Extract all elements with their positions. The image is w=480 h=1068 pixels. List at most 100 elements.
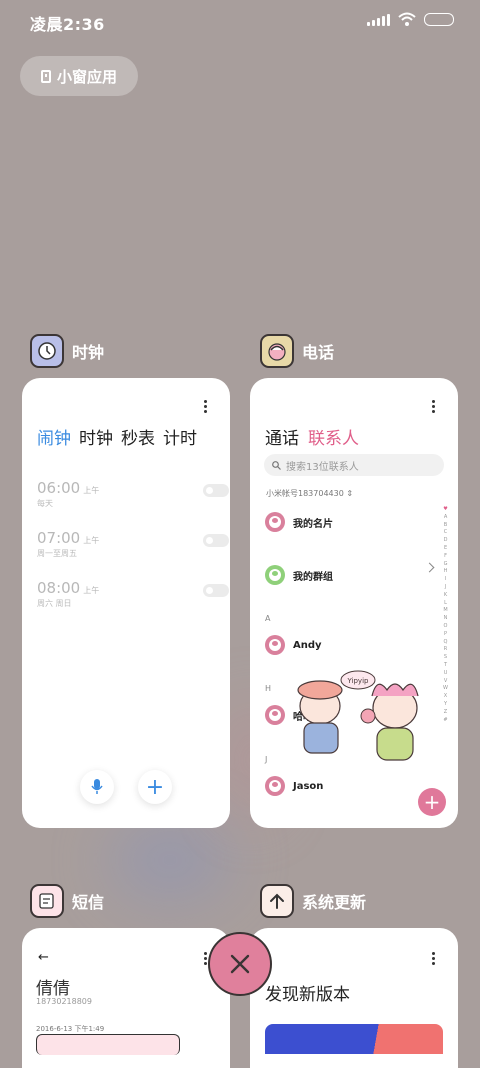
alarm-item[interactable]: 07:00 上午 周一至周五 — [37, 528, 229, 568]
contact-name: Jason — [293, 780, 324, 792]
more-options-icon[interactable] — [426, 952, 440, 966]
signal-icon — [367, 12, 390, 26]
phone-app-card[interactable]: 通话 联系人 搜索13位联系人 小米帐号183704430 ⇕ 我的名片 我的群… — [250, 378, 458, 828]
contact-row[interactable]: Jason — [265, 776, 323, 796]
wifi-icon — [398, 12, 416, 26]
message-date: 2016-6-13 下午1:49 — [36, 1025, 105, 1033]
alarm-ampm: 上午 — [83, 536, 100, 545]
floating-window-button[interactable]: 小窗应用 — [20, 56, 138, 96]
alphabet-index-letter[interactable]: Z — [444, 709, 447, 717]
clock-tabs: 闹钟 时钟 秒表 计时 — [37, 424, 197, 449]
update-banner — [265, 1024, 443, 1054]
alphabet-index-letter[interactable]: M — [443, 607, 447, 615]
clear-all-button[interactable] — [208, 932, 272, 996]
section-letter: A — [265, 614, 271, 623]
chevron-right-icon — [424, 562, 435, 573]
status-time: 凌晨2:36 — [30, 15, 105, 34]
alphabet-index-letter[interactable]: X — [444, 693, 447, 701]
floating-window-label: 小窗应用 — [56, 67, 117, 86]
alphabet-index-letter[interactable]: L — [444, 600, 447, 608]
update-app-header[interactable]: 系统更新 — [260, 884, 366, 918]
contact-search-input[interactable]: 搜索13位联系人 — [264, 454, 444, 476]
alarm-repeat: 每天 — [37, 499, 53, 508]
tab-stopwatch[interactable]: 秒表 — [121, 424, 155, 449]
search-icon — [272, 460, 281, 470]
status-bar: 凌晨2:36 — [0, 0, 480, 44]
tab-calls[interactable]: 通话 — [265, 424, 299, 449]
alarm-toggle[interactable] — [203, 484, 229, 497]
alphabet-index-letter[interactable]: C — [444, 529, 448, 537]
add-contact-button[interactable]: + — [418, 788, 446, 816]
alarm-item[interactable]: 06:00 上午 每天 — [37, 478, 229, 518]
alarm-time: 07:00 — [37, 529, 81, 547]
update-app-card[interactable]: 发现新版本 — [250, 928, 458, 1068]
clock-app-name: 时钟 — [72, 343, 105, 362]
alphabet-index-letter[interactable]: K — [444, 592, 447, 600]
alphabet-index-letter[interactable]: J — [445, 584, 446, 592]
clock-app-card[interactable]: 闹钟 时钟 秒表 计时 06:00 上午 每天 07:00 上午 周一至周五 08:… — [22, 378, 230, 828]
contact-name: Andy — [293, 639, 322, 651]
alphabet-index-letter[interactable]: U — [444, 670, 448, 678]
alphabet-index-letter[interactable]: S — [444, 654, 447, 662]
alphabet-index-letter[interactable]: P — [444, 631, 447, 639]
tab-clock[interactable]: 时钟 — [79, 424, 113, 449]
tab-alarm[interactable]: 闹钟 — [37, 424, 71, 449]
alphabet-index-letter[interactable]: O — [444, 623, 448, 631]
alarm-item[interactable]: 08:00 上午 周六 周日 — [37, 578, 229, 618]
alphabet-index-letter[interactable]: D — [444, 537, 448, 545]
alphabet-index[interactable]: ♥ A B C D E F G H I J K L M N O P Q R S T U V W X Y Z # — [443, 506, 448, 724]
phone-app-header[interactable]: 电话 — [260, 334, 334, 368]
group-avatar — [265, 565, 285, 585]
alphabet-index-letter[interactable]: G — [444, 561, 448, 569]
avatar — [265, 776, 285, 796]
alarm-time: 08:00 — [37, 579, 81, 597]
account-label[interactable]: 小米帐号183704430 ⇕ — [266, 488, 353, 499]
message-bubble — [36, 1034, 180, 1055]
alphabet-index-letter[interactable]: H — [444, 568, 448, 576]
alarm-toggle[interactable] — [203, 534, 229, 547]
update-app-name: 系统更新 — [302, 893, 367, 912]
alphabet-index-letter[interactable]: W — [443, 685, 448, 693]
alphabet-index-letter[interactable]: Q — [444, 639, 448, 647]
alphabet-index-letter[interactable]: F — [444, 553, 447, 561]
voice-alarm-button[interactable] — [80, 770, 114, 804]
alphabet-index-letter[interactable]: R — [444, 646, 447, 654]
phone-app-icon — [260, 334, 294, 368]
sms-app-card[interactable]: ← 倩倩 18730218809 2016-6-13 下午1:49 — [22, 928, 230, 1068]
section-letter: J — [265, 755, 268, 764]
clock-app-header[interactable]: 时钟 — [30, 334, 104, 368]
my-groups-label: 我的群组 — [293, 571, 333, 583]
alphabet-index-letter[interactable]: N — [444, 615, 448, 623]
alarm-ampm: 上午 — [83, 486, 100, 495]
microphone-icon — [91, 779, 103, 794]
alarm-time: 06:00 — [37, 479, 81, 497]
alphabet-index-letter[interactable]: # — [443, 717, 447, 725]
conversation-contact: 倩倩 — [36, 979, 70, 999]
contact-row[interactable]: Andy — [265, 635, 322, 655]
my-groups-row[interactable]: 我的群组 — [265, 565, 333, 585]
alphabet-index-letter[interactable]: T — [444, 662, 447, 670]
search-placeholder: 搜索13位联系人 — [286, 461, 359, 473]
alphabet-index-letter[interactable]: A — [444, 514, 447, 522]
more-options-icon[interactable] — [198, 400, 212, 414]
clock-icon — [30, 334, 64, 368]
battery-icon — [424, 12, 454, 26]
tab-contacts[interactable]: 联系人 — [308, 424, 359, 449]
tab-timer[interactable]: 计时 — [163, 424, 197, 449]
my-card-row[interactable]: 我的名片 — [265, 512, 333, 532]
background-blur — [110, 820, 230, 900]
avatar — [265, 512, 285, 532]
alphabet-index-letter[interactable]: I — [445, 576, 446, 584]
alarm-toggle[interactable] — [203, 584, 229, 597]
sms-app-header[interactable]: 短信 — [30, 884, 104, 918]
alphabet-index-letter[interactable]: V — [444, 678, 447, 686]
alphabet-index-letter[interactable]: ♥ — [443, 506, 447, 514]
swap-icon: ⇕ — [346, 489, 354, 498]
back-arrow-icon[interactable]: ← — [38, 950, 49, 965]
add-alarm-button[interactable]: + — [138, 770, 172, 804]
alphabet-index-letter[interactable]: B — [444, 522, 447, 530]
alphabet-index-letter[interactable]: E — [444, 545, 447, 553]
alphabet-index-letter[interactable]: Y — [444, 701, 447, 709]
more-options-icon[interactable] — [426, 400, 440, 414]
phone-tabs: 通话 联系人 — [265, 424, 359, 449]
